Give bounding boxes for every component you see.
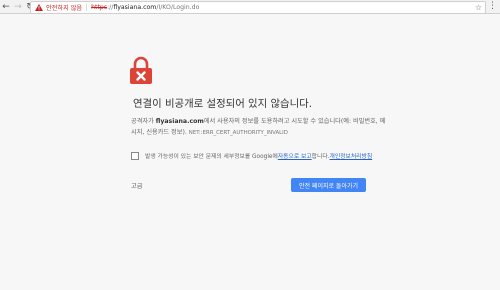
kebab-menu-icon[interactable]: ⋮ bbox=[488, 1, 497, 12]
security-status-label[interactable]: 안전하지 않음 bbox=[46, 3, 82, 12]
warning-icon[interactable] bbox=[34, 4, 44, 11]
error-description: 공격자가 flyasiana.com에서 사용자의 정보를 도용하려고 시도할 … bbox=[131, 116, 391, 139]
broken-lock-icon bbox=[130, 56, 152, 84]
url-host: flyasiana.com bbox=[113, 4, 157, 11]
privacy-policy-link[interactable]: 개인정보처리방침 bbox=[330, 151, 373, 160]
arrow-right-icon[interactable]: → bbox=[12, 0, 24, 13]
divider bbox=[86, 4, 88, 11]
report-text-middle: 합니다. bbox=[311, 154, 330, 160]
url-path: /I/KO/Login.do bbox=[156, 4, 200, 11]
advanced-button[interactable]: 고급 bbox=[131, 181, 142, 190]
error-title: 연결이 비공개로 설정되어 있지 않습니다. bbox=[133, 98, 313, 110]
star-icon[interactable]: ☆ bbox=[475, 2, 482, 13]
report-checkbox[interactable] bbox=[131, 151, 139, 160]
desc-prefix: 공격자가 bbox=[131, 118, 156, 125]
report-option: 발생 가능성이 있는 보안 문제의 세부정보를 Google에 자동으로 보고 … bbox=[131, 151, 401, 160]
report-text: 발생 가능성이 있는 보안 문제의 세부정보를 Google에 bbox=[145, 154, 278, 160]
back-to-safety-button[interactable]: 안전 페이지로 돌아가기 bbox=[291, 178, 366, 192]
url-scheme: https bbox=[91, 4, 108, 11]
error-code: NET::ERR_CERT_AUTHORITY_INVALID bbox=[188, 130, 288, 136]
address-bar[interactable]: 안전하지 않음 https :// flyasiana.com /I/KO/Lo… bbox=[30, 1, 486, 14]
desc-host: flyasiana.com bbox=[155, 118, 204, 125]
browser-toolbar: ← → ↻ 안전하지 않음 https :// flyasiana.com /I… bbox=[0, 0, 500, 14]
arrow-left-icon[interactable]: ← bbox=[0, 0, 12, 13]
auto-report-link[interactable]: 자동으로 보고 bbox=[278, 151, 312, 160]
